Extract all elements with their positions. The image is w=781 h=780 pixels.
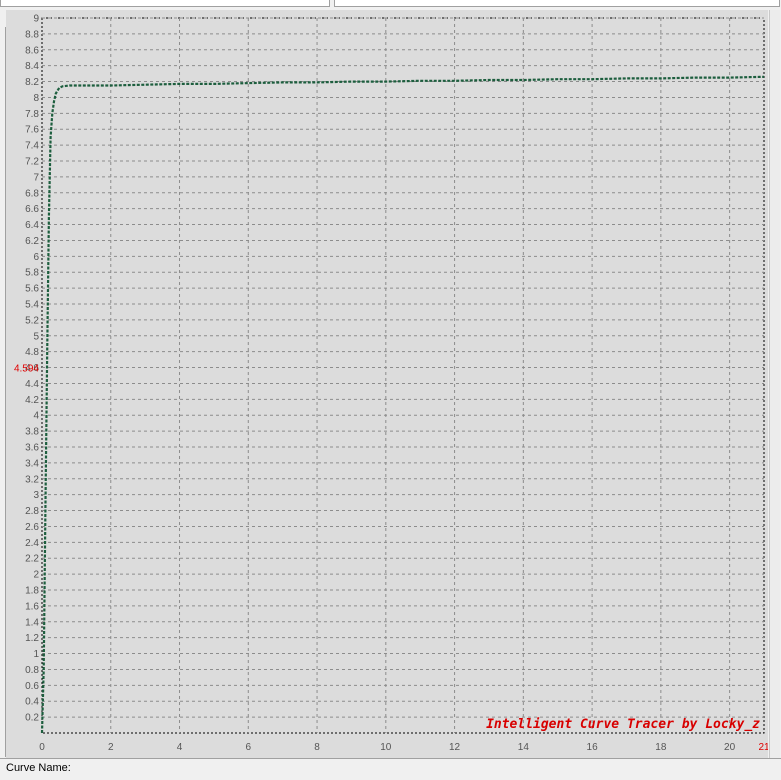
top-field-left[interactable]: [0, 0, 330, 7]
x-tick-label: 16: [587, 742, 599, 753]
y-tick-label: 1.2: [25, 633, 39, 644]
watermark-text: Intelligent Curve Tracer by Locky_z: [486, 717, 760, 732]
y-tick-label: 5.4: [25, 300, 39, 311]
x-tick-label: 8: [314, 742, 320, 753]
plot-background: [6, 10, 768, 758]
y-tick-label: 0.4: [25, 697, 39, 708]
y-tick-label: 4: [33, 411, 39, 422]
y-tick-label: 5.6: [25, 284, 39, 295]
x-tick-label: 10: [380, 742, 392, 753]
y-tick-label: 1.8: [25, 586, 39, 597]
y-tick-label: 1: [33, 649, 39, 660]
curve-chart[interactable]: 0.2 0.4 0.6 0.8 1 1.2 1.4 1.6 1.8 2 2.2 2.4 2.6 2.8 3 3…: [6, 10, 770, 758]
y-tick-label: 2.4: [25, 538, 39, 549]
x-tick-label: 2: [108, 742, 114, 753]
x-tick-label: 4: [177, 742, 183, 753]
y-tick-label: 5.2: [25, 315, 39, 326]
y-tick-label: 6.8: [25, 188, 39, 199]
y-tick-label: 5.8: [25, 268, 39, 279]
y-tick-label: 4.2: [25, 395, 39, 406]
status-bar: Curve Name:: [0, 758, 781, 780]
y-tick-label: 7.8: [25, 109, 39, 120]
y-tick-label: 6: [33, 252, 39, 263]
x-tick-label: 18: [655, 742, 667, 753]
plot-area[interactable]: 0.2 0.4 0.6 0.8 1 1.2 1.4 1.6 1.8 2 2.2 2.4 2.6 2.8 3 3…: [6, 10, 770, 758]
x-tick-label: 6: [246, 742, 252, 753]
y-tick-label: 8.6: [25, 45, 39, 56]
y-tick-label: 7.2: [25, 157, 39, 168]
x-tick-label: 14: [518, 742, 530, 753]
y-tick-label: 0.8: [25, 665, 39, 676]
x-end-label: 21: [758, 742, 768, 753]
y-tick-label: 8.2: [25, 77, 39, 88]
y-tick-label: 8: [33, 93, 39, 104]
y-tick-label: 3.8: [25, 427, 39, 438]
y-tick-label: 4.4: [25, 379, 39, 390]
y-tick-label: 5: [33, 331, 39, 342]
top-field-right[interactable]: [334, 0, 780, 7]
y-tick-label: 3.2: [25, 474, 39, 485]
x-tick-label: 0: [39, 742, 45, 753]
y-tick-label: 1.6: [25, 601, 39, 612]
y-tick-label: 0.2: [25, 713, 39, 724]
y-tick-label: 8.4: [25, 61, 39, 72]
y-tick-label: 0.6: [25, 681, 39, 692]
y-tick-label: 9: [33, 14, 39, 25]
vertical-scrollbar[interactable]: [769, 10, 780, 758]
y-marker-label: 4.594: [14, 364, 39, 375]
y-tick-label: 3.4: [25, 458, 39, 469]
y-tick-label: 6.4: [25, 220, 39, 231]
y-tick-label: 7.4: [25, 141, 39, 152]
y-tick-label: 2.2: [25, 554, 39, 565]
y-tick-label: 2: [33, 570, 39, 581]
y-tick-label: 2.8: [25, 506, 39, 517]
y-tick-label: 7: [33, 172, 39, 183]
curve-name-label: Curve Name:: [6, 762, 71, 774]
y-tick-label: 6.2: [25, 236, 39, 247]
y-tick-label: 3: [33, 490, 39, 501]
y-tick-label: 1.4: [25, 617, 39, 628]
y-tick-label: 3.6: [25, 443, 39, 454]
y-tick-label: 7.6: [25, 125, 39, 136]
y-tick-label: 2.6: [25, 522, 39, 533]
x-tick-label: 12: [449, 742, 461, 753]
y-tick-label: 8.8: [25, 29, 39, 40]
y-tick-label: 6.6: [25, 204, 39, 215]
x-tick-label: 20: [724, 742, 736, 753]
y-tick-label: 4.8: [25, 347, 39, 358]
